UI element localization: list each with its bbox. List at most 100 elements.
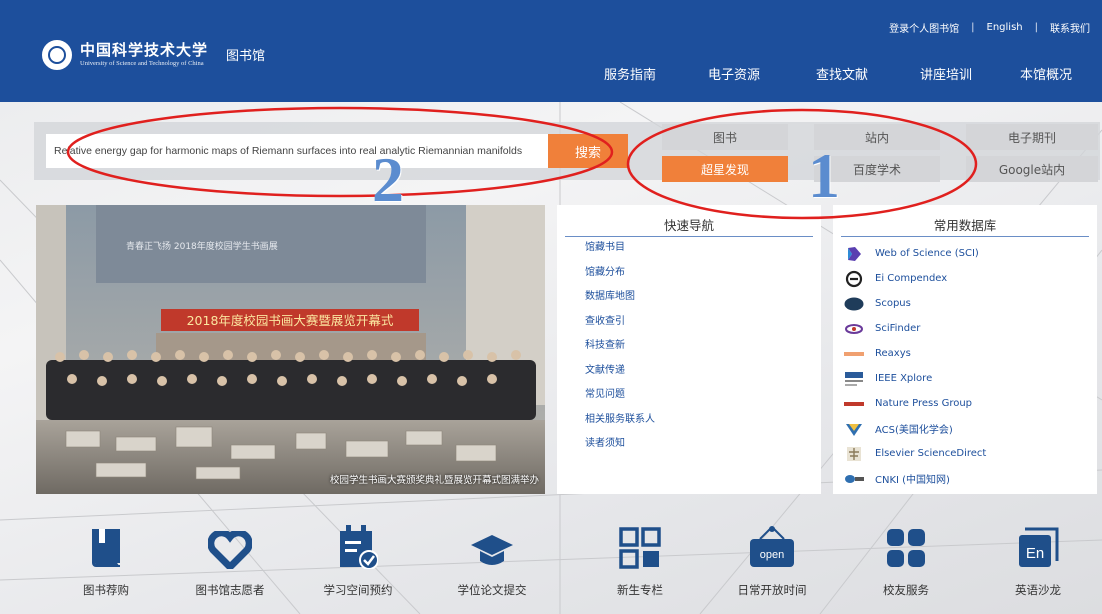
quick-nav-panel: 快速导航 馆藏书目 馆藏分布 数据库地图 查收查引 科技查新 文献传递 常见问题…	[557, 205, 821, 494]
scifinder-icon	[843, 320, 865, 338]
top-links: 登录个人图书馆 | English | 联系我们	[889, 20, 1090, 35]
databases-panel: 常用数据库 Web of Science (SCI) Ei Compendex …	[833, 205, 1097, 494]
database-item[interactable]: Elsevier ScienceDirect	[843, 441, 986, 466]
elsevier-icon	[843, 445, 865, 463]
annotation-number-1: 1	[808, 140, 840, 211]
quick-nav-faq[interactable]: 常见问题	[585, 388, 655, 413]
database-label: CNKI (中国知网)	[875, 475, 950, 486]
graduation-cap-icon	[432, 525, 552, 569]
databases-title: 常用数据库	[933, 218, 997, 233]
quick-nav-catalog[interactable]: 馆藏书目	[585, 241, 655, 266]
logo-chinese-name: 中国科学技术大学	[80, 41, 209, 59]
database-label: Nature Press Group	[875, 398, 973, 409]
database-label: Scopus	[875, 298, 911, 309]
database-item[interactable]: IEEE Xplore	[843, 366, 986, 391]
contact-link[interactable]: 联系我们	[1050, 20, 1090, 35]
heart-icon	[170, 525, 290, 569]
university-logo[interactable]: 中国科学技术大学 University of Science and Techn…	[42, 40, 265, 70]
svg-text:open: open	[760, 549, 784, 561]
category-google-site[interactable]: Google站内	[966, 156, 1098, 182]
quick-services: 图书荐购 图书馆志愿者 学习空间预约 学位论文提交 新生专栏 open 日常开放…	[0, 525, 1102, 605]
library-name: 图书馆	[226, 48, 266, 64]
quick-nav-service-contacts[interactable]: 相关服务联系人	[585, 413, 655, 438]
red-banner-text: 2018年度校园书画大赛暨展览开幕式	[187, 313, 394, 328]
banner-caption: 校园学生书画大赛颁奖典礼暨展览开幕式图满举办	[329, 475, 539, 486]
book-icon	[46, 525, 166, 569]
database-label: IEEE Xplore	[875, 373, 933, 384]
ei-compendex-icon	[843, 270, 865, 288]
quick-nav-novelty-search[interactable]: 科技查新	[585, 339, 655, 364]
logo-english-name: University of Science and Technology of …	[80, 60, 204, 67]
nav-service-guide[interactable]: 服务指南	[604, 64, 656, 83]
search-button[interactable]: 搜索	[548, 134, 628, 168]
category-ejournals[interactable]: 电子期刊	[966, 124, 1098, 150]
acs-icon	[843, 420, 865, 438]
separator: |	[971, 22, 975, 33]
category-books[interactable]: 图书	[662, 124, 788, 150]
nav-lectures-training[interactable]: 讲座培训	[920, 64, 972, 83]
database-item[interactable]: Nature Press Group	[843, 391, 986, 416]
banner-photo: 青春正飞扬 2018年度校园学生书画展 2018年度校园书画大赛暨展览开幕式	[36, 205, 545, 494]
quick-service-label: 图书馆志愿者	[195, 583, 265, 597]
quick-service-thesis-submit[interactable]: 学位论文提交	[432, 525, 552, 598]
database-label: ACS(美国化学会)	[875, 425, 953, 436]
scopus-icon	[843, 295, 865, 313]
quick-nav-document-delivery[interactable]: 文献传递	[585, 364, 655, 389]
divider	[565, 236, 813, 237]
divider	[841, 236, 1089, 237]
database-item[interactable]: SciFinder	[843, 316, 986, 341]
quick-nav-citation-search[interactable]: 查收查引	[585, 315, 655, 340]
database-item[interactable]: ACS(美国化学会)	[843, 416, 986, 441]
quick-service-freshman[interactable]: 新生专栏	[580, 525, 700, 598]
quick-service-book-recommend[interactable]: 图书荐购	[46, 525, 166, 598]
web-of-science-icon	[843, 245, 865, 263]
university-seal-icon	[42, 40, 72, 70]
quick-nav-title: 快速导航	[663, 218, 714, 233]
database-item[interactable]: CNKI (中国知网)	[843, 466, 986, 491]
tiles-icon	[846, 525, 966, 569]
quick-nav-reader-notice[interactable]: 读者须知	[585, 437, 655, 462]
quick-service-opening-hours[interactable]: open 日常开放时间	[712, 525, 832, 598]
nav-find-literature[interactable]: 查找文献	[816, 64, 868, 83]
english-link[interactable]: English	[987, 22, 1023, 33]
quick-service-space-booking[interactable]: 学习空间预约	[298, 525, 418, 598]
database-list: Web of Science (SCI) Ei Compendex Scopus…	[843, 241, 986, 491]
category-chaoxing[interactable]: 超星发现	[662, 156, 788, 182]
site-header: 中国科学技术大学 University of Science and Techn…	[0, 0, 1102, 102]
main-nav: 服务指南 电子资源 查找文献 讲座培训 本馆概况	[582, 64, 1102, 88]
database-label: Elsevier ScienceDirect	[875, 448, 987, 459]
quick-nav-database-map[interactable]: 数据库地图	[585, 290, 655, 315]
nature-icon	[843, 395, 865, 413]
database-label: Web of Science (SCI)	[875, 248, 979, 259]
search-box	[46, 134, 580, 168]
annotation-number-2: 2	[372, 144, 404, 215]
database-label: SciFinder	[875, 323, 921, 334]
quick-service-english-salon[interactable]: En 英语沙龙	[978, 525, 1098, 598]
separator: |	[1034, 22, 1038, 33]
news-banner[interactable]: 青春正飞扬 2018年度校园学生书画展 2018年度校园书画大赛暨展览开幕式 校…	[36, 205, 545, 494]
quick-service-label: 校友服务	[883, 583, 929, 597]
quick-service-label: 英语沙龙	[1015, 583, 1061, 597]
database-label: Ei Compendex	[875, 273, 948, 284]
search-input[interactable]	[46, 134, 552, 168]
quick-service-volunteer[interactable]: 图书馆志愿者	[170, 525, 290, 598]
cnki-icon	[843, 470, 865, 488]
database-item[interactable]: Reaxys	[843, 341, 986, 366]
nav-about-library[interactable]: 本馆概况	[1020, 64, 1072, 83]
nav-e-resources[interactable]: 电子资源	[708, 64, 760, 83]
database-label: Reaxys	[875, 348, 911, 359]
quick-service-label: 学习空间预约	[323, 583, 393, 597]
quick-service-label: 日常开放时间	[737, 583, 807, 597]
search-panel: 搜索 图书 站内 电子期刊 超星发现 百度学术 Google站内	[34, 122, 1100, 182]
english-icon: En	[978, 525, 1098, 569]
quick-service-alumni[interactable]: 校友服务	[846, 525, 966, 598]
open-sign-icon: open	[712, 525, 832, 569]
database-item[interactable]: Scopus	[843, 291, 986, 316]
quick-service-label: 图书荐购	[83, 583, 129, 597]
login-link[interactable]: 登录个人图书馆	[889, 20, 959, 35]
ieee-icon	[843, 370, 865, 388]
svg-text:En: En	[1026, 545, 1044, 562]
quick-nav-collection-distribution[interactable]: 馆藏分布	[585, 266, 655, 291]
database-item[interactable]: Ei Compendex	[843, 266, 986, 291]
database-item[interactable]: Web of Science (SCI)	[843, 241, 986, 266]
